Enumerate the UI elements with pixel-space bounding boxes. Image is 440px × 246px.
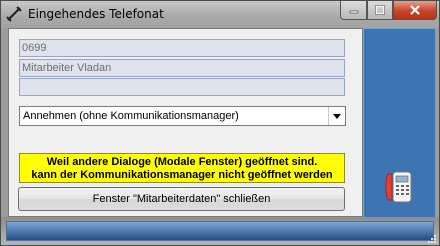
side-panel [364,28,435,218]
extra-info-field[interactable] [19,78,345,96]
caller-name-field[interactable]: Mitarbeiter Vladan [19,59,345,77]
action-select-value: Annehmen (ohne Kommunikationsmanager) [23,110,239,122]
modal-warning-message: Weil andere Dialoge (Modale Fenster) geö… [19,153,345,183]
desk-phone-icon [385,171,412,203]
close-button[interactable] [393,1,437,20]
status-strip [6,221,434,241]
maximize-button[interactable] [367,1,393,20]
dropdown-button[interactable] [328,107,345,125]
minimize-button[interactable] [340,1,367,20]
title-bar[interactable]: Eingehendes Telefonat [1,1,439,28]
resize-grip-icon[interactable] [426,233,436,243]
maximize-icon [375,5,385,15]
warning-line-1: Weil andere Dialoge (Modale Fenster) geö… [46,156,318,168]
caller-number-field[interactable]: 0699 [19,39,345,57]
phone-handset-icon [6,6,22,22]
chevron-down-icon [333,113,341,119]
close-icon [410,5,420,15]
minimize-icon [349,10,358,14]
action-select[interactable]: Annehmen (ohne Kommunikationsmanager) [19,106,346,126]
warning-line-2: kann der Kommunikationsmanager nicht geö… [31,169,333,181]
status-bar [1,217,439,245]
close-employee-data-button[interactable]: Fenster "Mitarbeiterdaten" schließen [18,187,345,211]
incoming-call-window: Eingehendes Telefonat 0699 Mitarbeiter V… [0,0,440,246]
window-title: Eingehendes Telefonat [28,7,164,21]
call-details-panel: 0699 Mitarbeiter Vladan Annehmen (ohne K… [8,28,363,217]
